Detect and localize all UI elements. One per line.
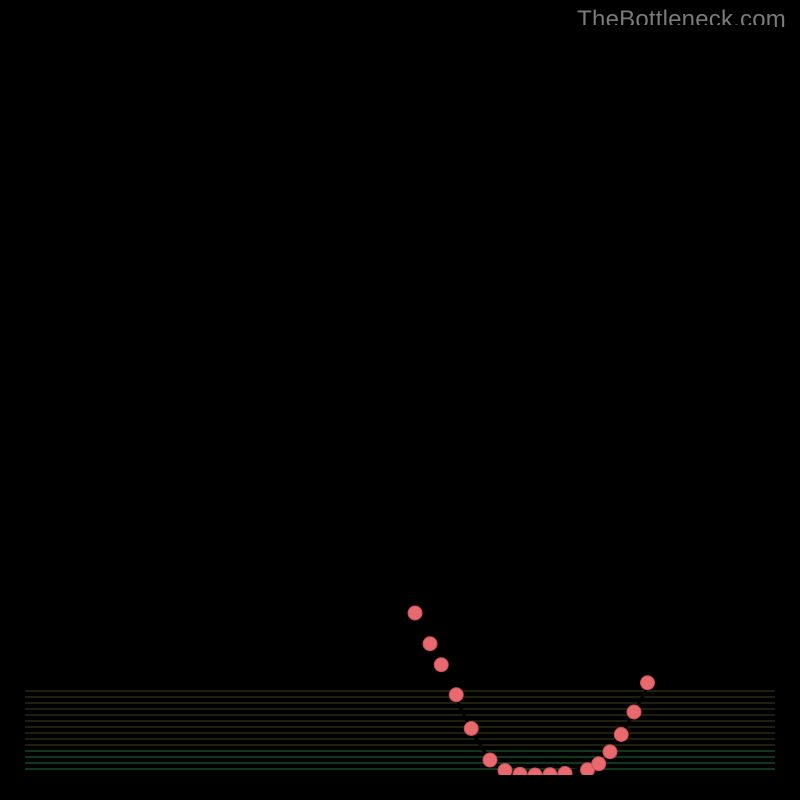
threshold-dot <box>464 722 478 736</box>
threshold-dot <box>423 637 437 651</box>
threshold-dot <box>434 658 448 672</box>
threshold-dot <box>449 688 463 702</box>
threshold-dot <box>592 757 606 771</box>
threshold-dot <box>627 705 641 719</box>
bottleneck-chart <box>25 25 775 775</box>
threshold-dot <box>408 606 422 620</box>
plot-area <box>25 25 775 775</box>
threshold-dot <box>614 728 628 742</box>
threshold-dot <box>498 764 512 776</box>
threshold-dot <box>641 676 655 690</box>
gradient-background <box>25 25 775 775</box>
chart-frame: TheBottleneck.com <box>0 0 800 800</box>
threshold-dot <box>483 753 497 767</box>
threshold-dot <box>603 745 617 759</box>
